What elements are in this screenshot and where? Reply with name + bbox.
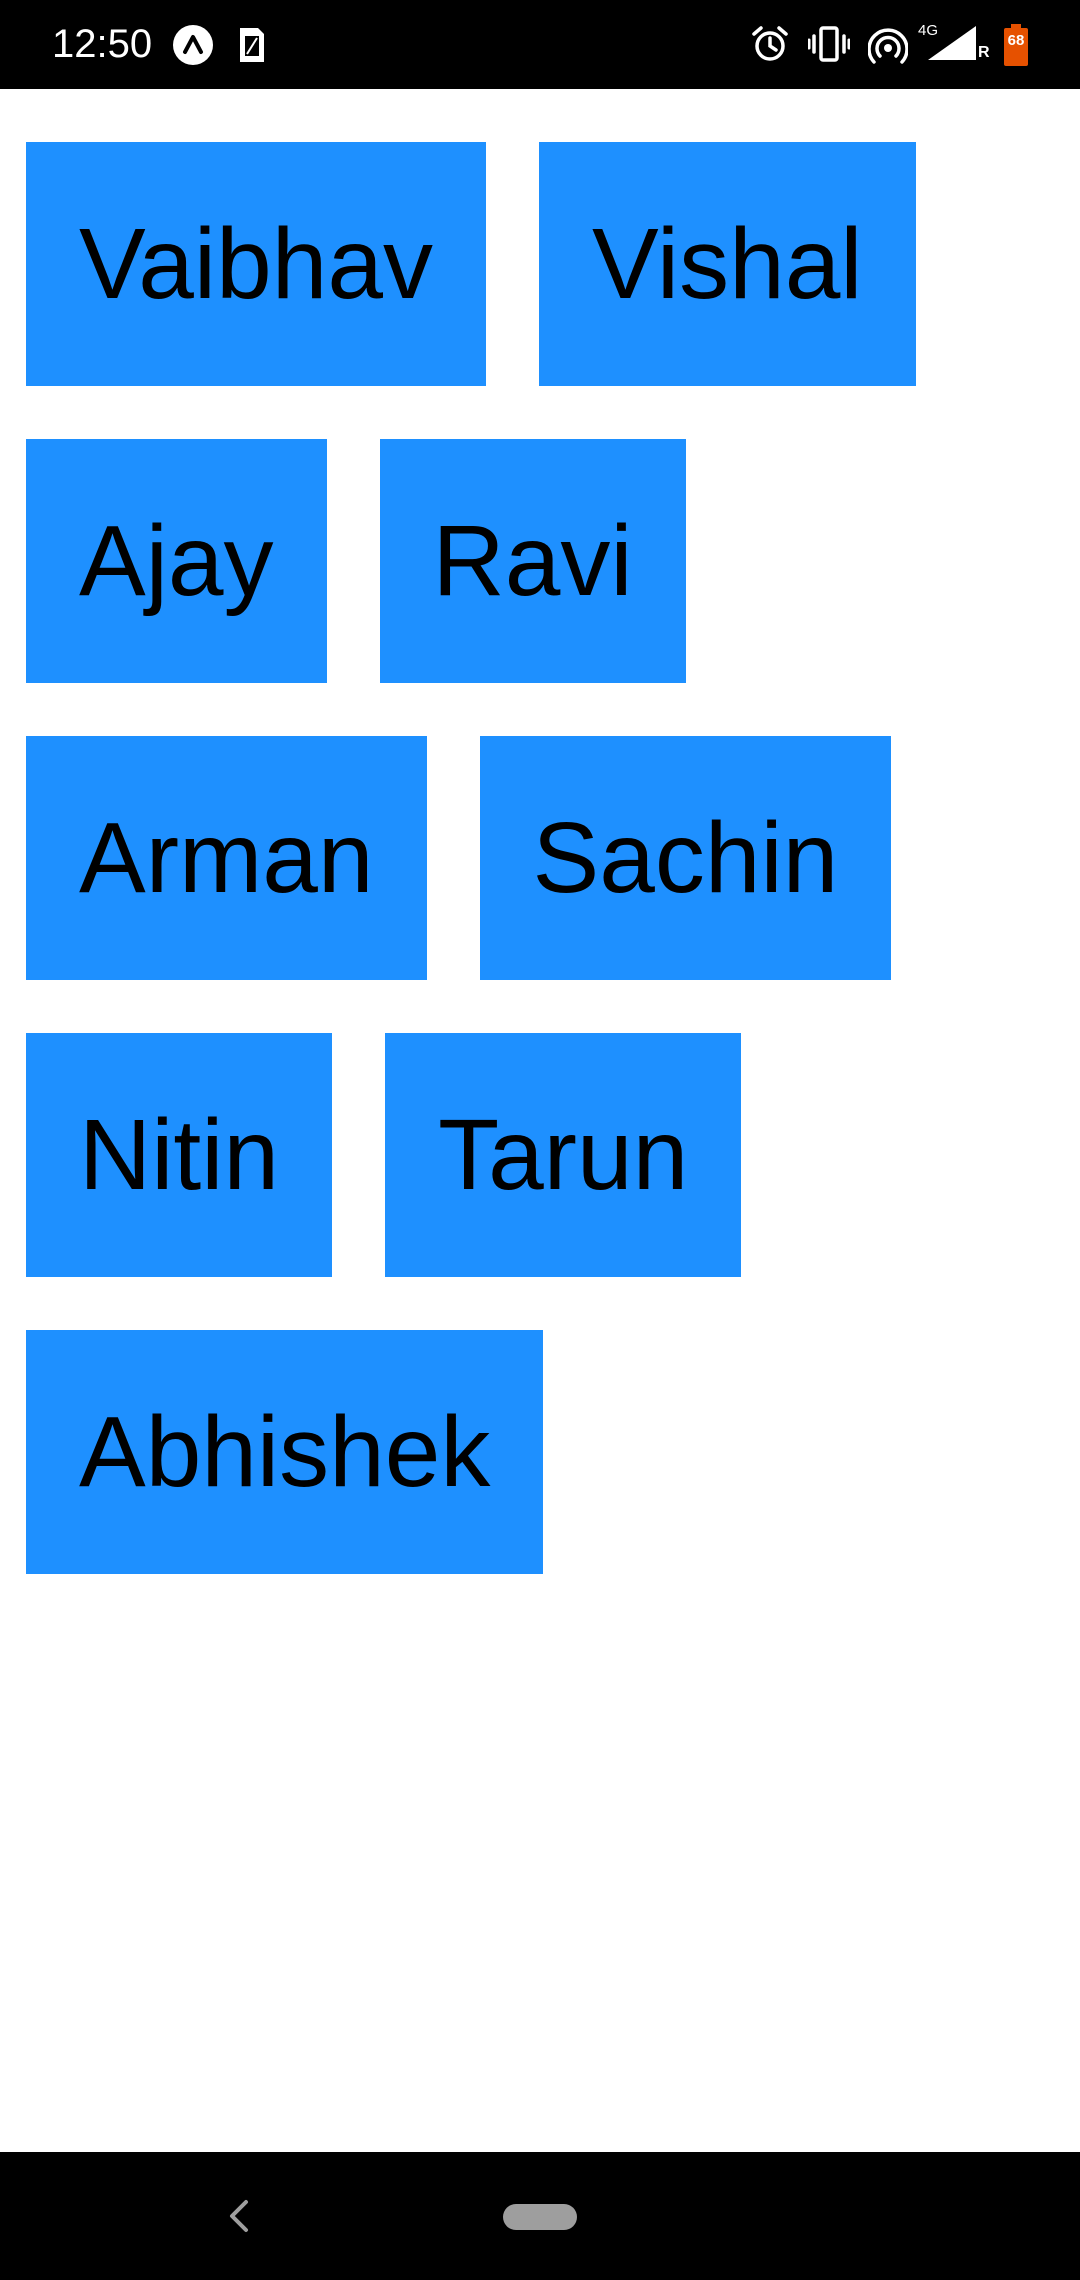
roaming-label: R [978, 44, 990, 61]
chip-label: Ajay [79, 505, 274, 617]
status-time: 12:50 [52, 22, 153, 66]
name-chip[interactable]: Vishal [538, 142, 916, 386]
chip-label: Sachin [532, 802, 839, 914]
hotspot-icon [868, 28, 908, 64]
network-label: 4G [918, 22, 939, 39]
chip-label: Vishal [591, 208, 863, 320]
name-chip-list: Vaibhav Vishal Ajay Ravi Arman Sachin Ni… [26, 142, 1054, 1574]
chip-label: Arman [79, 802, 374, 914]
name-chip[interactable]: Ajay [26, 439, 327, 683]
name-chip[interactable]: Arman [26, 736, 427, 980]
home-pill-icon[interactable] [503, 2204, 577, 2230]
chip-label: Abhishek [79, 1396, 491, 1508]
chip-label: Nitin [79, 1099, 280, 1211]
expo-icon [173, 25, 213, 65]
name-chip[interactable]: Sachin [479, 736, 892, 980]
chip-label: Ravi [432, 505, 633, 617]
name-chip[interactable]: Abhishek [26, 1330, 544, 1574]
battery-level: 68 [1007, 32, 1025, 49]
status-bar: 12:50 4G R 68 [0, 0, 1080, 89]
navigation-bar [0, 2152, 1080, 2280]
name-chip[interactable]: Vaibhav [26, 142, 486, 386]
back-icon[interactable] [224, 2196, 254, 2236]
name-chip[interactable]: Nitin [26, 1033, 333, 1277]
content-area: Vaibhav Vishal Ajay Ravi Arman Sachin Ni… [0, 89, 1080, 2152]
chip-label: Tarun [438, 1099, 689, 1211]
chip-label: Vaibhav [79, 208, 433, 320]
vibrate-icon [808, 26, 850, 62]
name-chip[interactable]: Ravi [379, 439, 686, 683]
sim-card-icon [240, 28, 264, 62]
name-chip[interactable]: Tarun [385, 1033, 742, 1277]
alarm-icon [752, 26, 788, 61]
